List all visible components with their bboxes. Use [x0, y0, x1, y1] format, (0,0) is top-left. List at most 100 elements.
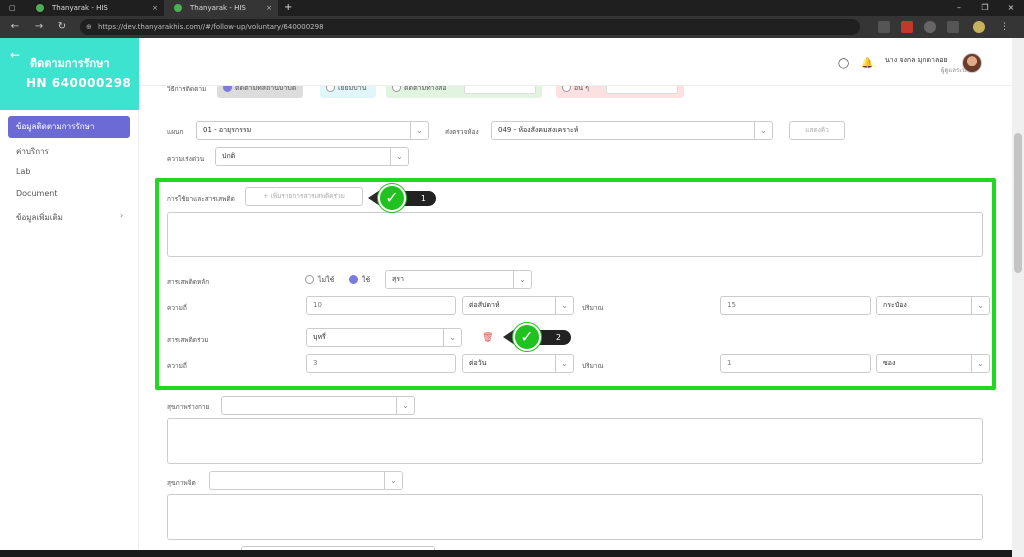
- co-amount-unit-value: ซอง: [883, 359, 896, 367]
- refer-room-label: ส่งตรวจห้อง: [445, 128, 479, 136]
- url-field[interactable]: ⊕ https://dev.thanyarakhis.com//#/follow…: [80, 19, 860, 35]
- browser-tab-2[interactable]: Thanyarak - HIS ×: [164, 0, 278, 16]
- main-amount-input[interactable]: 15: [720, 296, 871, 315]
- main-substance-select[interactable]: สุรา ⌄: [385, 270, 532, 289]
- new-tab-button[interactable]: +: [280, 0, 296, 16]
- avatar[interactable]: [962, 53, 982, 73]
- main-frequency-unit-select[interactable]: ต่อสัปดาห์ ⌄: [462, 296, 574, 315]
- urgency-label: ความเร่งด่วน: [167, 155, 205, 163]
- forward-arrow-icon[interactable]: →: [32, 20, 46, 34]
- radio-not-use[interactable]: ไม่ใช้: [305, 275, 334, 285]
- amount-label: ปริมาณ: [582, 304, 604, 312]
- radio-use[interactable]: ใช้: [349, 275, 370, 285]
- sidebar-item-followup-info[interactable]: ข้อมูลติดตามการรักษา: [8, 116, 130, 138]
- physical-health-select[interactable]: ⌄: [221, 396, 415, 415]
- chevron-down-icon: ⌄: [410, 122, 428, 139]
- menu-dots-icon[interactable]: ⋮: [1000, 21, 1012, 33]
- co-substance-select[interactable]: บุหรี่ ⌄: [306, 328, 462, 347]
- co-amount-input[interactable]: 1: [720, 354, 871, 373]
- tab-2-close-icon[interactable]: ×: [266, 0, 272, 16]
- physical-health-label: สุขภาพร่างกาย: [167, 403, 210, 411]
- url-text: https://dev.thanyarakhis.com//#/follow-u…: [98, 23, 324, 31]
- amount-label: ปริมาณ: [582, 362, 604, 370]
- add-co-substance-button[interactable]: + เพิ่มรายการสารเสพติดร่วม: [245, 187, 363, 206]
- checkmark-icon: ✓: [378, 184, 406, 212]
- restore-icon[interactable]: ❐: [972, 0, 998, 16]
- delete-trash-icon[interactable]: 🗑: [482, 333, 493, 343]
- tab-1-close-icon[interactable]: ×: [152, 0, 158, 16]
- urgency-value: ปกติ: [222, 152, 236, 160]
- physical-health-notes[interactable]: [167, 418, 983, 464]
- co-frequency-unit-select[interactable]: ต่อวัน ⌄: [462, 354, 574, 373]
- radio-dot: [349, 275, 358, 284]
- minimize-icon[interactable]: –: [946, 0, 972, 16]
- substance-use-notes[interactable]: [167, 212, 983, 257]
- globe-icon: ⊕: [86, 23, 92, 31]
- patient-hn: HN 640000298: [26, 76, 132, 90]
- tab-2-label: Thanyarak - HIS: [190, 4, 246, 12]
- top-header: ◯ 🔔 นาง จงกล มุกดาลอย ผู้ดูแลระบบ: [139, 38, 1012, 86]
- main-amount-unit-select[interactable]: กระป๋อง ⌄: [876, 296, 990, 315]
- chat-icon[interactable]: ◯: [838, 58, 849, 69]
- sidebar-toggle-icon[interactable]: ▢: [0, 0, 26, 16]
- chevron-down-icon: ⌄: [555, 297, 573, 314]
- refer-room-select[interactable]: 049 - ห้องสังคมสงเคราะห์ ⌄: [491, 121, 773, 140]
- checkmark-icon: ✓: [513, 323, 541, 351]
- callout-2: 2 ✓: [503, 323, 575, 351]
- page-scrollbar[interactable]: [1012, 38, 1024, 557]
- refer-room-value: 049 - ห้องสังคมสงเคราะห์: [498, 126, 579, 134]
- chevron-down-icon: ⌄: [555, 355, 573, 372]
- main-amount-unit-value: กระป๋อง: [883, 301, 907, 309]
- callout-1: 1 ✓: [368, 184, 440, 212]
- chevron-down-icon: ⌄: [971, 297, 989, 314]
- extension-icon[interactable]: [924, 21, 936, 33]
- back-arrow-icon[interactable]: ←: [8, 20, 22, 34]
- tab-favicon-icon: [36, 4, 44, 12]
- close-window-icon[interactable]: ×: [998, 0, 1024, 16]
- scrollbar-thumb[interactable]: [1014, 133, 1022, 273]
- tab-1-label: Thanyarak - HIS: [52, 4, 108, 12]
- extension-icon[interactable]: [901, 21, 913, 33]
- sidebar-item-additional-info[interactable]: ข้อมูลเพิ่มเติม: [16, 211, 63, 224]
- frequency-label: ความถี่: [167, 362, 187, 370]
- mental-health-label: สุขภาพจิต: [167, 479, 196, 487]
- bell-icon[interactable]: 🔔: [861, 58, 873, 69]
- show-queue-button[interactable]: แสดงคิว: [789, 121, 845, 140]
- urgency-select[interactable]: ปกติ ⌄: [215, 147, 409, 166]
- sidebar: ← ติดตามการรักษา HN 640000298 ข้อมูลติดต…: [0, 38, 139, 557]
- co-substance-label: สารเสพติดร่วม: [167, 336, 209, 344]
- extension-icon[interactable]: [878, 21, 890, 33]
- co-frequency-input[interactable]: 3: [306, 354, 456, 373]
- reload-icon[interactable]: ↻: [55, 20, 69, 34]
- radio-use-label: ใช้: [362, 276, 371, 284]
- browser-address-bar: ← → ↻ ⊕ https://dev.thanyarakhis.com//#/…: [0, 16, 1024, 38]
- chevron-down-icon: ⌄: [513, 271, 531, 288]
- co-amount-unit-select[interactable]: ซอง ⌄: [876, 354, 990, 373]
- chevron-down-icon: ⌄: [754, 122, 772, 139]
- department-select[interactable]: 01 - อายุรกรรม ⌄: [196, 121, 429, 140]
- sidebar-item-document[interactable]: Document: [16, 189, 57, 198]
- co-frequency-unit-value: ต่อวัน: [469, 359, 487, 367]
- chevron-down-icon: ⌄: [390, 148, 408, 165]
- radio-not-use-label: ไม่ใช้: [318, 276, 335, 284]
- mental-health-select[interactable]: ⌄: [209, 471, 403, 490]
- main-frequency-input[interactable]: 10: [306, 296, 456, 315]
- chevron-right-icon: ›: [120, 211, 124, 220]
- profile-icon[interactable]: [973, 21, 985, 33]
- taskbar-strip: [0, 550, 1012, 557]
- back-arrow-icon[interactable]: ←: [10, 48, 20, 62]
- extension-icon[interactable]: [947, 21, 959, 33]
- department-label: แผนก: [167, 128, 184, 136]
- browser-tab-1[interactable]: Thanyarak - HIS ×: [26, 0, 164, 16]
- main-substance-value: สุรา: [392, 275, 404, 283]
- chevron-down-icon: ⌄: [384, 472, 402, 489]
- chevron-down-icon: ⌄: [971, 355, 989, 372]
- tab-favicon-icon: [174, 4, 182, 12]
- co-substance-value: บุหรี่: [313, 333, 326, 341]
- window-controls: – ❐ ×: [946, 0, 1024, 16]
- sidebar-item-service-fee[interactable]: ค่าบริการ: [16, 145, 49, 158]
- mental-health-notes[interactable]: [167, 494, 983, 540]
- chevron-down-icon: ⌄: [396, 397, 414, 414]
- radio-dot: [305, 275, 314, 284]
- sidebar-item-lab[interactable]: Lab: [16, 167, 30, 176]
